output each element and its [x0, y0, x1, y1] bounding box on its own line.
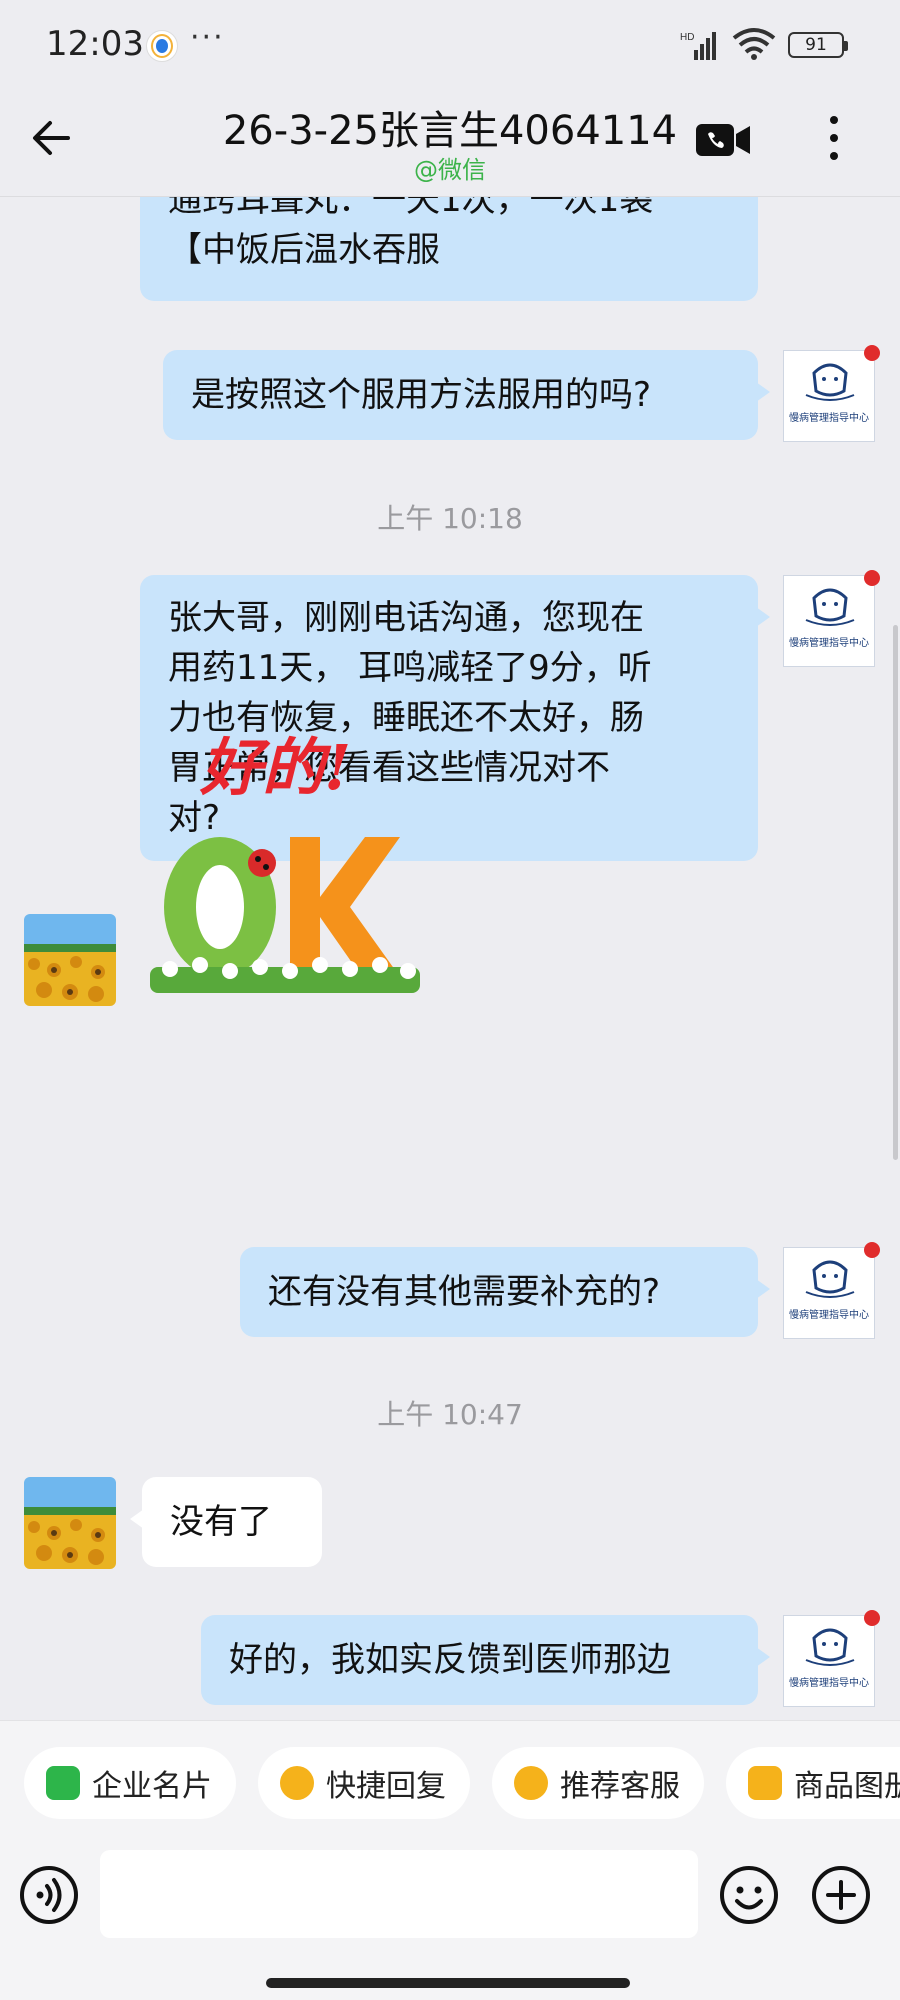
plus-icon[interactable]	[810, 1864, 872, 1926]
quick-actions-bar: 企业名片 快捷回复 推荐客服 商品图册	[0, 1720, 900, 1851]
svg-text:OK: OK	[150, 797, 152, 798]
org-logo-icon	[805, 363, 855, 401]
unread-dot	[864, 1242, 880, 1258]
quick-action-label: 企业名片	[92, 1769, 212, 1804]
sunflower-avatar-image	[24, 914, 116, 1006]
message-text: 没有了	[170, 1502, 272, 1542]
message-text: 用药11天， 耳鸣减轻了9分，听	[168, 648, 652, 688]
org-avatar[interactable]: 慢病管理指导中心	[783, 345, 880, 442]
svg-text:HD: HD	[680, 32, 694, 43]
message-text: 好的，我如实反馈到医师那边	[229, 1640, 671, 1680]
quick-action-recommend-service[interactable]: 推荐客服	[492, 1747, 704, 1819]
message-text: 通窍耳聋丸：一天1次，一次1袋	[168, 197, 654, 220]
emoji-icon[interactable]	[718, 1864, 780, 1926]
input-bar	[0, 1850, 900, 2000]
org-name: 慢病管理指导中心	[789, 1310, 869, 1321]
message-text: 张大哥，刚刚电话沟通，您现在	[168, 598, 644, 638]
wifi-icon	[732, 28, 776, 60]
message-bubble-outgoing[interactable]: 好的，我如实反馈到医师那边	[201, 1615, 770, 1705]
chat-scrollbar[interactable]	[893, 625, 898, 1160]
unread-dot	[864, 570, 880, 586]
recommend-service-icon	[514, 1766, 548, 1800]
more-notifications-icon: ···	[190, 20, 225, 55]
org-avatar[interactable]: 慢病管理指导中心	[783, 1242, 880, 1339]
signal-icon: HD	[680, 32, 716, 60]
message-text: 【中饭后温水吞服	[168, 230, 440, 270]
org-logo-icon	[805, 1260, 855, 1298]
unread-dot	[864, 345, 880, 361]
home-indicator[interactable]	[266, 1978, 630, 1988]
org-name: 慢病管理指导中心	[789, 638, 869, 649]
org-avatar[interactable]: 慢病管理指导中心	[783, 1610, 880, 1707]
quick-action-product-catalog[interactable]: 商品图册	[726, 1747, 900, 1819]
message-bubble-outgoing[interactable]: 是按照这个服用方法服用的吗?	[163, 350, 770, 440]
status-bar: 12:03 ··· HD 91	[0, 0, 900, 92]
quick-action-quick-reply[interactable]: 快捷回复	[258, 1747, 470, 1819]
chat-message-list[interactable]: 通窍耳聋丸：一天1次，一次1袋 【中饭后温水吞服 是按照这个服用方法服用的吗? …	[0, 197, 900, 1720]
chat-header: 26-3-25张言生4064114 @微信	[0, 92, 900, 197]
more-options-icon[interactable]	[826, 116, 842, 164]
org-logo-icon	[805, 1628, 855, 1666]
timestamp: 上午 10:18	[377, 502, 523, 535]
quick-action-label: 推荐客服	[560, 1769, 680, 1804]
org-name: 慢病管理指导中心	[789, 1678, 869, 1689]
ok-sticker-image: OK	[150, 797, 420, 993]
business-card-icon	[46, 1766, 80, 1800]
message-text: 是按照这个服用方法服用的吗?	[191, 375, 652, 415]
chat-title: 26-3-25张言生4064114	[222, 108, 678, 154]
quick-reply-icon	[280, 1766, 314, 1800]
app-notification-icon	[146, 30, 178, 62]
message-bubble-incoming[interactable]: 没有了	[130, 1477, 322, 1567]
quick-action-label: 快捷回复	[326, 1769, 446, 1804]
message-bubble-outgoing[interactable]: 通窍耳聋丸：一天1次，一次1袋 【中饭后温水吞服	[140, 197, 758, 301]
timestamp: 上午 10:47	[377, 1398, 523, 1431]
quick-action-label: 商品图册	[794, 1769, 900, 1804]
user-avatar[interactable]	[24, 914, 116, 1006]
battery-icon: 91	[788, 32, 848, 58]
chat-subtitle: @微信	[414, 156, 486, 184]
message-input[interactable]	[100, 1850, 698, 1938]
sticker-text: 好的!	[200, 731, 352, 804]
org-avatar[interactable]: 慢病管理指导中心	[783, 570, 880, 667]
org-logo-icon	[805, 588, 855, 626]
sunflower-avatar-image	[24, 1477, 116, 1569]
ok-sticker[interactable]: 好的! OK	[150, 717, 430, 1007]
message-bubble-outgoing[interactable]: 还有没有其他需要补充的?	[240, 1247, 770, 1337]
user-avatar[interactable]	[24, 1477, 116, 1569]
status-time: 12:03	[46, 24, 144, 64]
product-catalog-icon	[748, 1766, 782, 1800]
quick-action-business-card[interactable]: 企业名片	[24, 1747, 236, 1819]
org-name: 慢病管理指导中心	[789, 413, 869, 424]
unread-dot	[864, 1610, 880, 1626]
message-text: 还有没有其他需要补充的?	[268, 1272, 661, 1312]
video-call-icon[interactable]	[696, 120, 752, 160]
voice-input-icon[interactable]	[18, 1864, 80, 1926]
